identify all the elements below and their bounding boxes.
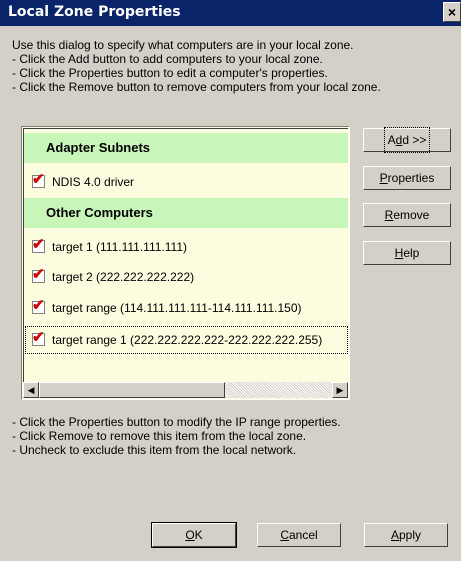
note-line: - Click the Properties button to modify … [12, 415, 341, 429]
cancel-button-label: Cancel [280, 528, 318, 542]
note-line: - Click Remove to remove this item from … [12, 429, 307, 443]
ok-button[interactable]: OK [151, 522, 237, 548]
note-line: - Uncheck to exclude this item from the … [12, 443, 297, 457]
list-item[interactable]: ✔ target 2 (222.222.222.222) [24, 262, 348, 292]
local-zone-properties-dialog: Local Zone Properties × Use this dialog … [0, 0, 461, 561]
list-item[interactable]: ✔ target 1 (111.111.111.111) [24, 232, 348, 262]
checkmark-icon: ✔ [32, 266, 45, 283]
item-label: NDIS 4.0 driver [52, 175, 135, 189]
item-label: target 2 (222.222.222.222) [52, 270, 195, 284]
apply-button[interactable]: Apply [364, 523, 448, 547]
group-header-label: Adapter Subnets [46, 140, 151, 155]
ok-button-label: OK [185, 528, 203, 542]
item-checkbox[interactable]: ✔ [32, 171, 45, 188]
help-button[interactable]: Help [363, 241, 451, 265]
remove-button[interactable]: Remove [363, 203, 451, 227]
item-checkbox[interactable]: ✔ [32, 236, 45, 253]
title-bar[interactable]: Local Zone Properties × [0, 0, 461, 26]
checkmark-icon: ✔ [32, 329, 45, 346]
scroll-left-icon[interactable]: ◀ [23, 382, 39, 398]
properties-button-label: Properties [379, 171, 435, 185]
cancel-button[interactable]: Cancel [257, 523, 341, 547]
scroll-right-icon[interactable]: ▶ [332, 382, 348, 398]
checkmark-icon: ✔ [32, 236, 45, 253]
properties-button[interactable]: Properties [363, 166, 451, 190]
apply-button-label: Apply [390, 528, 422, 542]
item-checkbox[interactable]: ✔ [32, 266, 45, 283]
instruction-line: Use this dialog to specify what computer… [12, 38, 354, 52]
item-checkbox[interactable]: ✔ [32, 297, 45, 314]
item-notes: - Click the Properties button to modify … [12, 415, 452, 457]
close-icon[interactable]: × [443, 2, 461, 22]
remove-button-label: Remove [384, 208, 430, 222]
group-header-label: Other Computers [46, 205, 153, 220]
item-label: target range 1 (222.222.222.222-222.222.… [52, 333, 323, 347]
instructions-text: Use this dialog to specify what computer… [12, 38, 457, 94]
instruction-line: - Click the Properties button to edit a … [12, 66, 328, 80]
checkmark-icon: ✔ [32, 297, 45, 314]
checkmark-icon: ✔ [32, 171, 45, 188]
add-button-label: Add >> [383, 127, 431, 153]
local-zone-list[interactable]: Adapter Subnets ✔ NDIS 4.0 driver Other … [21, 126, 350, 400]
horizontal-scrollbar[interactable]: ◀ ▶ [23, 382, 348, 398]
instruction-line: - Click the Remove button to remove comp… [12, 80, 381, 94]
item-label: target 1 (111.111.111.111) [52, 240, 187, 254]
item-checkbox[interactable]: ✔ [32, 329, 45, 346]
scroll-thumb[interactable] [39, 382, 225, 398]
instruction-line: - Click the Add button to add computers … [12, 52, 323, 66]
help-button-label: Help [394, 246, 420, 260]
window-title: Local Zone Properties [8, 4, 181, 20]
add-button[interactable]: Add >> [363, 127, 451, 153]
list-item[interactable]: ✔ NDIS 4.0 driver [24, 167, 348, 197]
list-item[interactable]: ✔ target range 1 (222.222.222.222-222.22… [24, 325, 348, 355]
item-label: target range (114.111.111.111-114.111.11… [52, 301, 302, 315]
group-header-other-computers: Other Computers [24, 198, 348, 228]
list-item[interactable]: ✔ target range (114.111.111.111-114.111.… [24, 293, 348, 323]
group-header-adapter-subnets: Adapter Subnets [24, 133, 348, 163]
list-content: Adapter Subnets ✔ NDIS 4.0 driver Other … [23, 128, 348, 398]
